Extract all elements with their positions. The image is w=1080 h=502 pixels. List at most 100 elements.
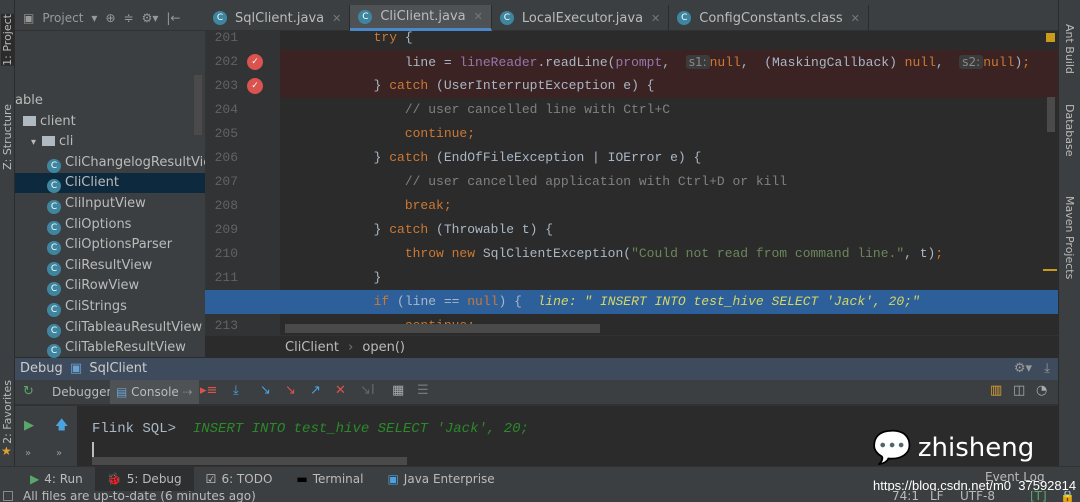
tool-tab-terminal[interactable]: ▬ Terminal	[284, 467, 375, 492]
editor-tabs: C SqlClient.java ✕ C CliClient.java ✕ C LocalEx…	[205, 5, 1058, 31]
project-panel: ▣ Project ▾ ⊕ ≑ ⚙▾ |← able client ▾ cli C Cli…	[15, 0, 205, 359]
console-scrollbar[interactable]	[92, 457, 407, 465]
tool-tab-todo[interactable]: ☑ 6: TODO	[194, 467, 285, 492]
left-tool-strip: 1: Project Z: Structure 2: Favorites ★	[0, 0, 15, 466]
tool-tab-label: 6: TODO	[221, 472, 273, 486]
console-output[interactable]: Flink SQL> INSERT INTO test_hive SELECT …	[77, 406, 1058, 468]
breadcrumb-method[interactable]: open()	[362, 340, 405, 355]
chevron-down-icon[interactable]: ▾	[91, 11, 97, 25]
tree-item[interactable]: C CliRowView	[15, 276, 205, 297]
tool-tab-run[interactable]: ▶ 4: Run	[18, 467, 95, 492]
tab-localexecutor-java[interactable]: C LocalExecutor.java ✕	[492, 5, 670, 31]
hide-panel-icon[interactable]: ⤓	[1044, 358, 1050, 380]
thread-dump-icon[interactable]: ▥	[990, 383, 1002, 398]
tree-item[interactable]: C CliTableauResultView	[15, 318, 205, 338]
tool-tab-java-enterprise[interactable]: ▣ Java Enterprise	[375, 467, 506, 492]
tool-tab-debug[interactable]: 🐞 5: Debug	[94, 466, 194, 492]
step-out-icon[interactable]: ↗	[310, 383, 321, 398]
gear-icon[interactable]: ⚙▾	[1014, 358, 1032, 380]
editor-vertical-scrollbar[interactable]	[1047, 97, 1055, 132]
run-to-cursor-icon[interactable]: ↘I	[360, 383, 375, 398]
resume-icon[interactable]: ▶	[24, 418, 34, 433]
status-message: All files are up-to-date (6 minutes ago)	[23, 491, 256, 502]
line-number: 201	[214, 30, 238, 45]
tree-item[interactable]: able	[15, 91, 205, 111]
git-icon[interactable]: [T]	[1030, 491, 1047, 502]
tree-item[interactable]: C CliOptionsParser	[15, 235, 205, 256]
hide-icon[interactable]: |←	[166, 11, 180, 25]
close-icon[interactable]: ✕	[332, 12, 341, 25]
collapse-icon[interactable]: ≑	[124, 11, 134, 25]
tree-item[interactable]: C CliStrings	[15, 297, 205, 317]
tab-label: LocalExecutor.java	[521, 10, 644, 26]
project-tool-button[interactable]: 1: Project	[1, 14, 14, 66]
tab-console[interactable]: ▤ Console ⇢	[110, 380, 199, 404]
tree-item[interactable]: C CliTableResultView	[15, 338, 205, 359]
close-icon[interactable]: ✕	[474, 10, 483, 23]
tree-item-label: cli	[59, 134, 74, 150]
code-editor[interactable]: try { line = lineReader.readLine(prompt,…	[280, 31, 1058, 335]
close-icon[interactable]: ✕	[651, 12, 660, 25]
breakpoint-icon[interactable]: ✓	[247, 78, 263, 94]
tree-item-label: CliResultView	[65, 257, 153, 273]
drop-frame-icon[interactable]: ✕	[335, 383, 346, 398]
watermark: 💬 zhisheng	[872, 428, 1034, 468]
close-icon[interactable]: ✕	[851, 12, 860, 25]
scroll-up-icon[interactable]: 🡅	[55, 416, 68, 438]
tab-configconstants-class[interactable]: C ConfigConstants.class ✕	[669, 5, 869, 31]
line-number: 209	[214, 222, 238, 237]
tree-item[interactable]: C CliResultView	[15, 256, 205, 276]
gear-icon[interactable]: ⚙▾	[142, 11, 159, 25]
more-icon[interactable]: »	[25, 448, 31, 459]
inspection-marker[interactable]	[1046, 33, 1055, 42]
toggle-tool-windows-icon[interactable]	[3, 491, 13, 501]
tab-cliclient-java[interactable]: C CliClient.java ✕	[350, 5, 492, 31]
more-icon[interactable]: »	[56, 448, 62, 459]
tool-tab-label: 5: Debug	[126, 472, 182, 486]
tab-label: ConfigConstants.class	[699, 10, 843, 26]
expand-arrow-icon[interactable]: ▾	[31, 137, 36, 148]
error-stripe-mark[interactable]	[1043, 269, 1057, 271]
project-view-selector[interactable]: Project	[42, 11, 83, 25]
tab-debugger[interactable]: Debugger	[52, 385, 111, 399]
show-execution-point-icon[interactable]: ▸≡	[200, 383, 217, 398]
step-into-icon[interactable]: ↘	[260, 383, 271, 398]
tab-console-label: Console	[131, 385, 179, 399]
line-number: 205	[214, 126, 238, 141]
profiler-icon[interactable]: ◔	[1036, 383, 1047, 398]
tree-item[interactable]: C CliClient	[15, 173, 205, 194]
memory-view-icon[interactable]: ◫	[1013, 383, 1025, 398]
code-line: throw new SqlClientException("Could not …	[404, 246, 944, 261]
file-encoding[interactable]: UTF-8	[960, 491, 995, 502]
tree-item[interactable]: C CliOptions	[15, 215, 205, 235]
tree-item[interactable]: C CliChangelogResultView	[15, 153, 205, 173]
param-hint: s1:	[685, 55, 710, 69]
editor-horizontal-scrollbar[interactable]	[285, 324, 600, 333]
force-step-into-icon[interactable]: ↘	[285, 383, 296, 398]
lock-icon[interactable]: 🔒	[1060, 491, 1075, 502]
rerun-icon[interactable]: ↻	[23, 384, 34, 399]
debug-panel-header: Debug ▣ SqlClient ⚙▾ ⤓	[15, 358, 1058, 380]
tool-tab-label: Terminal	[312, 472, 364, 486]
class-icon: C	[47, 261, 61, 276]
database-tool-button[interactable]: Database	[1063, 104, 1076, 157]
evaluate-expression-icon[interactable]: ▦	[392, 383, 404, 398]
caret-position[interactable]: 74:1	[892, 491, 919, 502]
tree-item[interactable]: C CliInputView	[15, 194, 205, 214]
locate-icon[interactable]: ⊕	[105, 11, 115, 25]
breakpoint-icon[interactable]: ✓	[247, 54, 263, 70]
step-over-icon[interactable]: ⤓	[233, 383, 239, 398]
favorites-tool-button[interactable]: 2: Favorites	[1, 380, 14, 444]
trace-icon[interactable]: ☰	[417, 383, 429, 398]
line-separator[interactable]: LF	[930, 491, 944, 502]
code-line: break;	[404, 198, 452, 213]
breadcrumb-class[interactable]: CliClient	[285, 340, 339, 355]
tree-item[interactable]: client	[15, 112, 205, 132]
structure-tool-button[interactable]: Z: Structure	[1, 104, 14, 170]
debug-config-name[interactable]: SqlClient	[89, 361, 147, 376]
tree-item[interactable]: ▾ cli	[15, 132, 205, 152]
tab-label: SqlClient.java	[235, 10, 325, 26]
tree-scrollbar[interactable]	[194, 75, 202, 135]
ant-build-tool-button[interactable]: Ant Build	[1063, 24, 1076, 74]
maven-tool-button[interactable]: Maven Projects	[1063, 196, 1076, 279]
